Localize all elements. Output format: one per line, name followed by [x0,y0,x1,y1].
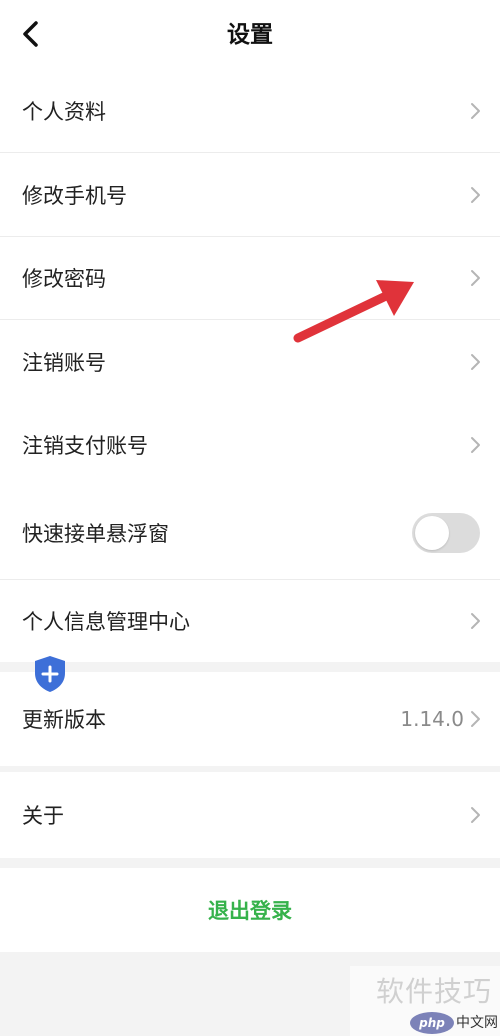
watermark-text: 软件技巧 [375,975,492,1008]
settings-item-about[interactable]: 关于 [0,772,500,858]
logout-button[interactable]: 退出登录 [208,895,292,925]
logout-row: 退出登录 [0,868,500,952]
settings-item-label: 个人信息管理中心 [22,610,190,634]
settings-item-label: 快速接单悬浮窗 [22,522,169,546]
quick-order-float-toggle[interactable] [412,513,480,553]
chevron-right-icon [471,807,480,823]
settings-item-label: 修改手机号 [22,183,127,208]
chevron-right-icon [471,353,480,370]
settings-item-update-version[interactable]: 更新版本 1.14.0 [0,672,500,766]
chevron-right-icon [471,437,480,453]
settings-item-personal-info-center[interactable]: 个人信息管理中心 [0,580,500,662]
toggle-knob [415,516,449,550]
page-title: 设置 [227,22,273,48]
red-arrow-annotation [293,280,414,343]
settings-item-profile[interactable]: 个人资料 [0,70,500,152]
settings-item-cancel-account[interactable]: 注销账号 [0,320,500,403]
settings-item-label: 关于 [22,804,64,828]
settings-item-label: 注销支付账号 [22,434,148,458]
shield-plus-icon[interactable] [32,654,68,694]
settings-item-quick-order-float: 快速接单悬浮窗 [0,487,500,579]
settings-item-label: 注销账号 [22,350,106,375]
settings-screen: 设置 个人资料 修改手机号 修改密码 注销账号 注销支付账号 快速接单悬浮窗 个… [0,0,500,1036]
chevron-right-icon [471,613,480,629]
settings-item-label: 个人资料 [22,100,106,124]
php-site-text: 中文网 [456,1015,498,1031]
chevron-right-icon [471,270,480,286]
chevron-right-icon [471,186,480,203]
settings-item-change-phone[interactable]: 修改手机号 [0,153,500,236]
version-number: 1.14.0 [400,707,464,731]
settings-item-change-password[interactable]: 修改密码 [0,237,500,319]
settings-item-cancel-payment-account[interactable]: 注销支付账号 [0,403,500,487]
settings-item-label: 修改密码 [22,267,106,291]
header-bar: 设置 [0,0,500,70]
php-logo: php [410,1012,454,1034]
chevron-right-icon [471,711,480,727]
chevron-right-icon [471,103,480,119]
